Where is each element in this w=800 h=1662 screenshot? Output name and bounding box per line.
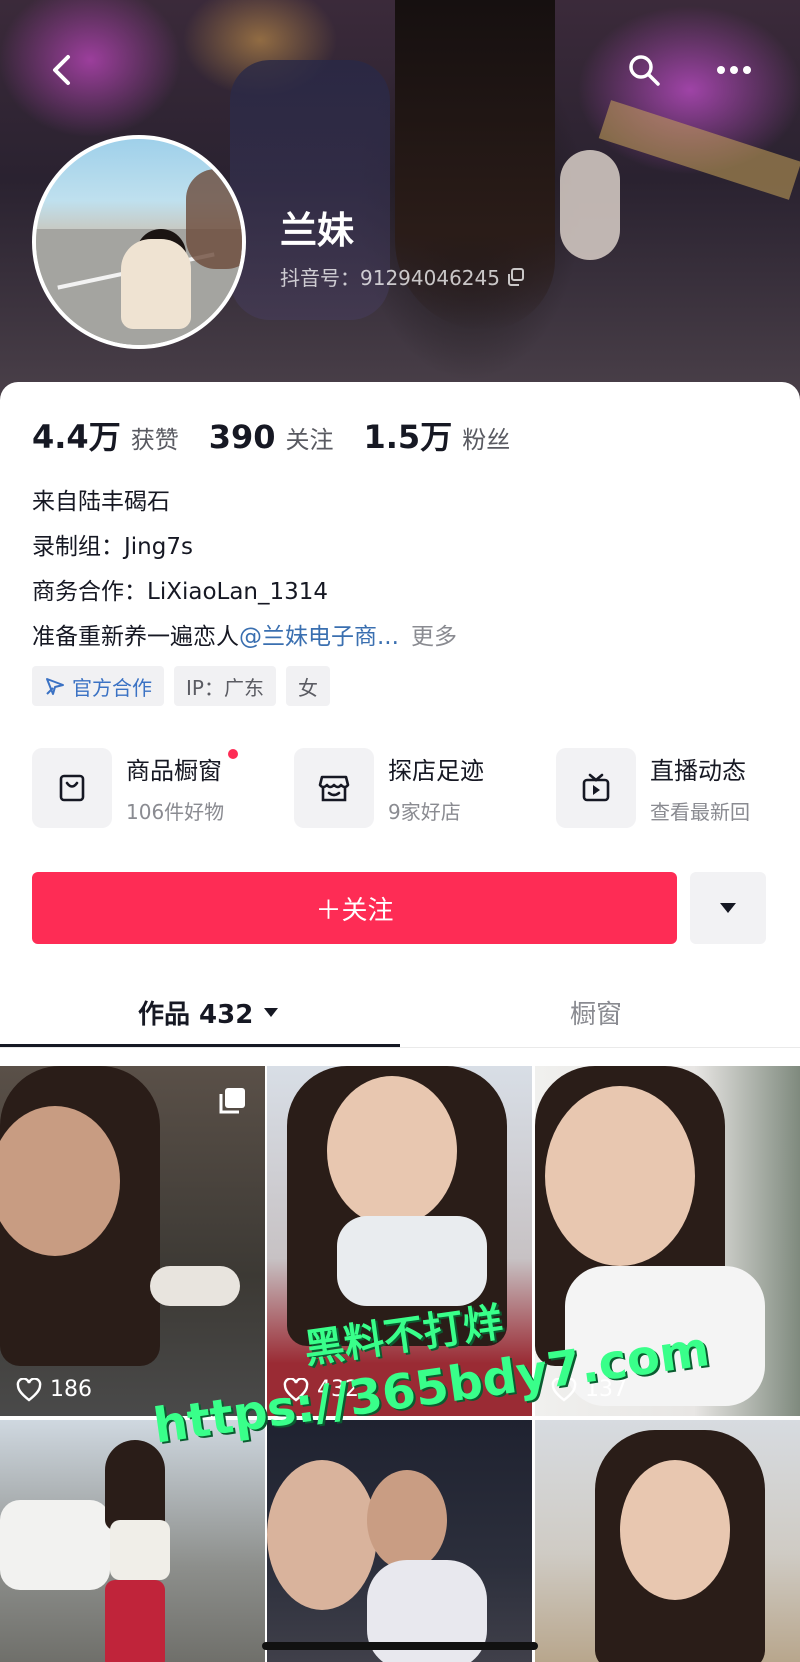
- stat-likes-value: 4.4万: [32, 418, 121, 456]
- tab-works[interactable]: 作品 432: [138, 982, 279, 1042]
- feature-store-visits-sub: 9家好店: [388, 800, 461, 824]
- multi-image-icon: [217, 1086, 247, 1120]
- stat-followers-label: 粉丝: [462, 426, 511, 454]
- feature-shortcuts: 商品橱窗 106件好物 探店足迹 9家好店 直播动态 查看最新回: [32, 748, 800, 834]
- caret-down-icon: [720, 903, 736, 913]
- avatar[interactable]: [32, 135, 246, 349]
- stat-following[interactable]: 390 关注: [209, 418, 334, 456]
- stat-likes: 4.4万 获赞: [32, 412, 179, 458]
- back-icon[interactable]: [40, 48, 84, 92]
- shopping-bag-icon: [32, 748, 112, 828]
- heart-icon: [16, 1377, 42, 1402]
- stat-followers-value: 1.5万: [363, 418, 453, 456]
- nickname: 兰妹: [280, 209, 354, 252]
- tv-icon: [556, 748, 636, 828]
- feature-product-window-sub: 106件好物: [126, 800, 225, 824]
- profile-stats: 4.4万 获赞 390 关注 1.5万 粉丝: [32, 412, 510, 458]
- video-thumbnail[interactable]: [535, 1420, 800, 1662]
- feature-live-updates[interactable]: 直播动态 查看最新回: [556, 748, 750, 828]
- feature-store-visits-title: 探店足迹: [388, 757, 484, 785]
- feature-live-updates-sub: 查看最新回: [650, 800, 750, 824]
- search-icon[interactable]: [622, 48, 666, 92]
- caret-down-icon: [264, 1008, 279, 1017]
- content-tabs: 作品 432 橱窗: [0, 982, 800, 1048]
- stat-following-value: 390: [208, 418, 276, 456]
- bio-line-signature: 准备重新养一遍恋人@兰妹电子商... 更多: [32, 615, 457, 660]
- feature-live-updates-title: 直播动态: [650, 757, 746, 785]
- bio-line-business: 商务合作：LiXiaoLan_1314: [32, 579, 329, 605]
- profile-tags: 官方合作 IP：广东 女: [32, 666, 330, 706]
- follow-button[interactable]: ＋关注: [32, 872, 677, 944]
- stat-likes-label: 获赞: [130, 426, 179, 454]
- feature-product-window[interactable]: 商品橱窗 106件好物: [32, 748, 239, 828]
- feature-store-visits[interactable]: 探店足迹 9家好店: [294, 748, 484, 828]
- gender-tag: 女: [285, 666, 330, 706]
- recommend-dropdown-button[interactable]: [690, 872, 766, 944]
- douyin-id[interactable]: 抖音号：91294046245: [280, 262, 526, 291]
- bio: 来自陆丰碣石 录制组：Jing7s 商务合作：LiXiaoLan_1314 准备…: [32, 480, 457, 660]
- douyin-id-text: 抖音号：91294046245: [280, 266, 500, 290]
- ip-location-tag: IP：广东: [174, 666, 276, 706]
- tab-works-label: 作品 432: [138, 999, 254, 1030]
- bio-line-location: 来自陆丰碣石: [32, 489, 170, 515]
- bio-more-link[interactable]: 更多: [411, 624, 457, 650]
- bio-signature-text: 准备重新养一遍恋人: [32, 624, 239, 650]
- stat-following-label: 关注: [285, 426, 334, 454]
- tab-window[interactable]: 橱窗: [570, 982, 622, 1042]
- official-cooperation-tag[interactable]: 官方合作: [32, 666, 164, 706]
- official-cooperation-label: 官方合作: [72, 675, 152, 700]
- stat-followers[interactable]: 1.5万 粉丝: [364, 412, 511, 458]
- shop-icon: [294, 748, 374, 828]
- notification-dot: [228, 749, 239, 759]
- bio-line-recording: 录制组：Jing7s: [32, 534, 193, 560]
- feature-product-window-title: 商品橱窗: [126, 757, 222, 785]
- video-like-count: 186: [16, 1377, 92, 1402]
- video-like-number: 186: [50, 1377, 92, 1402]
- send-icon: [46, 678, 64, 695]
- home-indicator[interactable]: [262, 1642, 538, 1650]
- copy-icon[interactable]: [506, 267, 526, 287]
- bio-mention-link[interactable]: @兰妹电子商...: [239, 624, 399, 650]
- ellipsis-icon[interactable]: [712, 48, 756, 92]
